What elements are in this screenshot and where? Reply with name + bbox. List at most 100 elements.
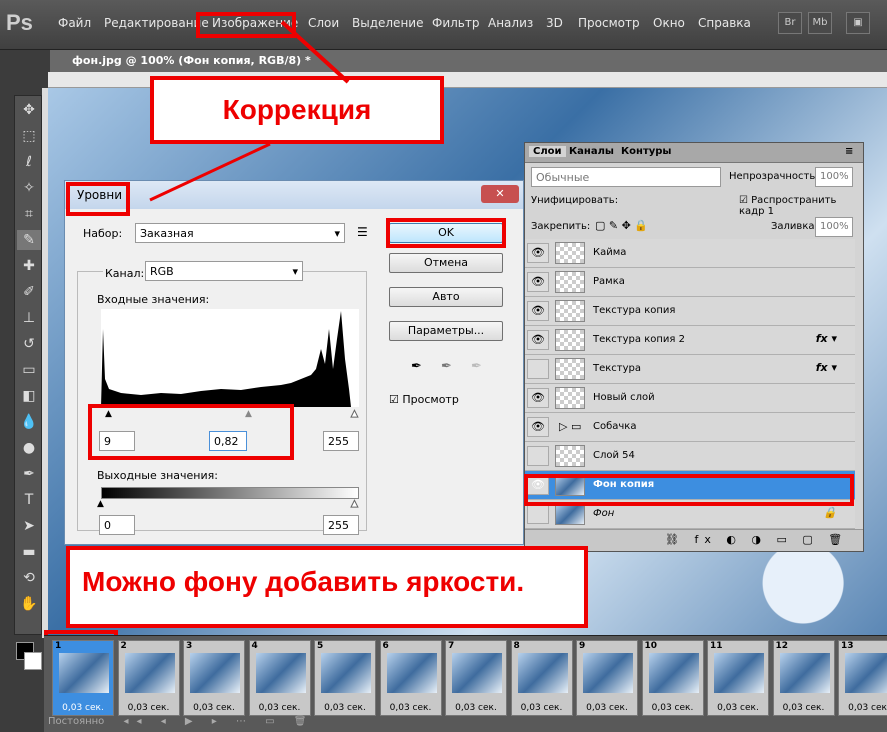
frame-delay[interactable]: 0,03 сек. [381,703,441,713]
menu-window[interactable]: Окно [653,16,685,30]
input-gamma-field[interactable]: 0,82 [209,431,247,451]
propagate-frame-checkbox[interactable]: ☑ Распространить кадр 1 [739,195,863,217]
healing-brush-icon[interactable]: ✚ [17,256,41,276]
menu-edit[interactable]: Редактирование [104,16,209,30]
ok-button[interactable]: OK [389,223,503,243]
layer-row[interactable]: 👁 Текстура копия 2 fx ▾ [525,326,855,355]
animation-frame[interactable]: 12 0,03 сек. [772,640,835,716]
layer-row[interactable]: Фон 🔒 [525,500,855,529]
auto-button[interactable]: Авто [389,287,503,307]
white-eyedropper-icon[interactable]: ✒ [471,359,482,374]
blend-mode-select[interactable]: Обычные [531,167,721,187]
animation-frame[interactable]: 8 0,03 сек. [510,640,573,716]
cancel-button[interactable]: Отмена [389,253,503,273]
eye-icon[interactable]: 👁 [527,330,549,350]
animation-frame[interactable]: 4 0,03 сек. [248,640,311,716]
layer-row[interactable]: Слой 54 [525,442,855,471]
panel-menu-icon[interactable]: ≡ [845,146,853,157]
eyedropper-tool-icon[interactable]: ✎ [17,230,41,250]
pen-tool-icon[interactable]: ✒ [17,464,41,484]
fill-input[interactable]: 100% [815,217,853,237]
input-black-field[interactable]: 9 [99,431,135,451]
preset-options-icon[interactable]: ☰ [357,225,368,239]
playback-icons[interactable]: ◂◂ ◂ ▶ ▸ ⋯ ▭ 🗑 [123,716,314,727]
frame-delay[interactable]: 0,03 сек. [839,703,887,713]
path-select-icon[interactable]: ➤ [17,516,41,536]
gray-eyedropper-icon[interactable]: ✒ [441,359,452,374]
frame-delay[interactable]: 0,03 сек. [184,703,244,713]
gradient-tool-icon[interactable]: ◧ [17,386,41,406]
type-tool-icon[interactable]: T [17,490,41,510]
loop-select[interactable]: Постоянно [48,716,104,727]
white-output-slider[interactable]: ▲ [351,499,359,510]
frame-delay[interactable]: 0,03 сек. [315,703,375,713]
hidden-eye-slot[interactable] [527,504,549,524]
eye-icon[interactable]: 👁 [527,272,549,292]
white-input-slider[interactable]: ▲ [351,409,359,420]
levels-titlebar[interactable]: Уровни ✕ [65,181,523,209]
hidden-eye-slot[interactable] [527,359,549,379]
layer-row[interactable]: 👁 Рамка [525,268,855,297]
black-output-slider[interactable]: ▲ [97,499,104,509]
shape-tool-icon[interactable]: ▬ [17,542,41,562]
fx-icon[interactable]: fx ▾ [816,332,837,345]
black-eyedropper-icon[interactable]: ✒ [411,359,422,374]
options-button[interactable]: Параметры... [389,321,503,341]
history-brush-icon[interactable]: ↺ [17,334,41,354]
animation-frame[interactable]: 2 0,03 сек. [117,640,180,716]
close-icon[interactable]: ✕ [481,185,519,203]
menu-analysis[interactable]: Анализ [488,16,533,30]
eraser-tool-icon[interactable]: ▭ [17,360,41,380]
menu-file[interactable]: Файл [58,16,91,30]
input-white-field[interactable]: 255 [323,431,359,451]
move-tool-icon[interactable]: ✥ [17,100,41,120]
brush-tool-icon[interactable]: ✐ [17,282,41,302]
animation-frame[interactable]: 9 0,03 сек. [576,640,638,716]
magic-wand-icon[interactable]: ✧ [17,178,41,198]
bridge-button[interactable]: Br [778,12,802,34]
eye-icon[interactable]: 👁 [527,475,549,495]
output-white-field[interactable]: 255 [323,515,359,535]
frame-delay[interactable]: 0,03 сек. [53,703,113,713]
lasso-tool-icon[interactable]: ℓ [17,152,41,172]
eye-icon[interactable]: 👁 [527,417,549,437]
screen-mode-icon[interactable]: ▣ [846,12,870,34]
lock-icons[interactable]: ▢ ✎ ✥ 🔒 [595,219,648,232]
frame-delay[interactable]: 0,03 сек. [577,703,637,713]
frame-delay[interactable]: 0,03 сек. [643,703,703,713]
eye-icon[interactable]: 👁 [527,388,549,408]
tab-layers[interactable]: Слои [529,146,566,157]
frame-delay[interactable]: 0,03 сек. [446,703,506,713]
stamp-tool-icon[interactable]: ⊥ [17,308,41,328]
frame-delay[interactable]: 0,03 сек. [512,703,572,713]
black-input-slider[interactable]: ▲ [105,409,112,419]
menu-view[interactable]: Просмотр [578,16,640,30]
menu-image[interactable]: Изображение [212,16,298,30]
layer-row[interactable]: 👁 Фон копия [525,471,855,500]
frame-delay[interactable]: 0,03 сек. [250,703,310,713]
preset-select[interactable]: Заказная ▾ [135,223,345,243]
animation-frame[interactable]: 3 0,03 сек. [183,640,245,716]
eye-icon[interactable]: 👁 [527,243,549,263]
animation-frame[interactable]: 11 0,03 сек. [707,640,769,716]
layer-row[interactable]: 👁 Текстура копия [525,297,855,326]
menu-layers[interactable]: Слои [308,16,339,30]
frame-delay[interactable]: 0,03 сек. [774,703,834,713]
preview-checkbox[interactable]: ☑ Просмотр [389,393,459,406]
opacity-input[interactable]: 100% [815,167,853,187]
animation-frame[interactable]: 1 0,03 сек. [52,640,114,716]
background-color-swatch[interactable] [24,652,42,670]
layer-row[interactable]: Текстура fx ▾ [525,355,855,384]
animation-frame[interactable]: 13 0,03 сек. [838,640,887,716]
output-black-field[interactable]: 0 [99,515,135,535]
gamma-input-slider[interactable]: ▲ [245,409,252,419]
hand-tool-icon[interactable]: ✋ [17,594,41,614]
crop-tool-icon[interactable]: ⌗ [17,204,41,224]
3d-rotate-icon[interactable]: ⟲ [17,568,41,588]
channel-select[interactable]: RGB ▾ [145,261,303,281]
frame-delay[interactable]: 0,03 сек. [119,703,179,713]
menu-3d[interactable]: 3D [546,16,563,30]
layer-row[interactable]: 👁 Кайма [525,239,855,268]
hidden-eye-slot[interactable] [527,446,549,466]
menu-help[interactable]: Справка [698,16,751,30]
